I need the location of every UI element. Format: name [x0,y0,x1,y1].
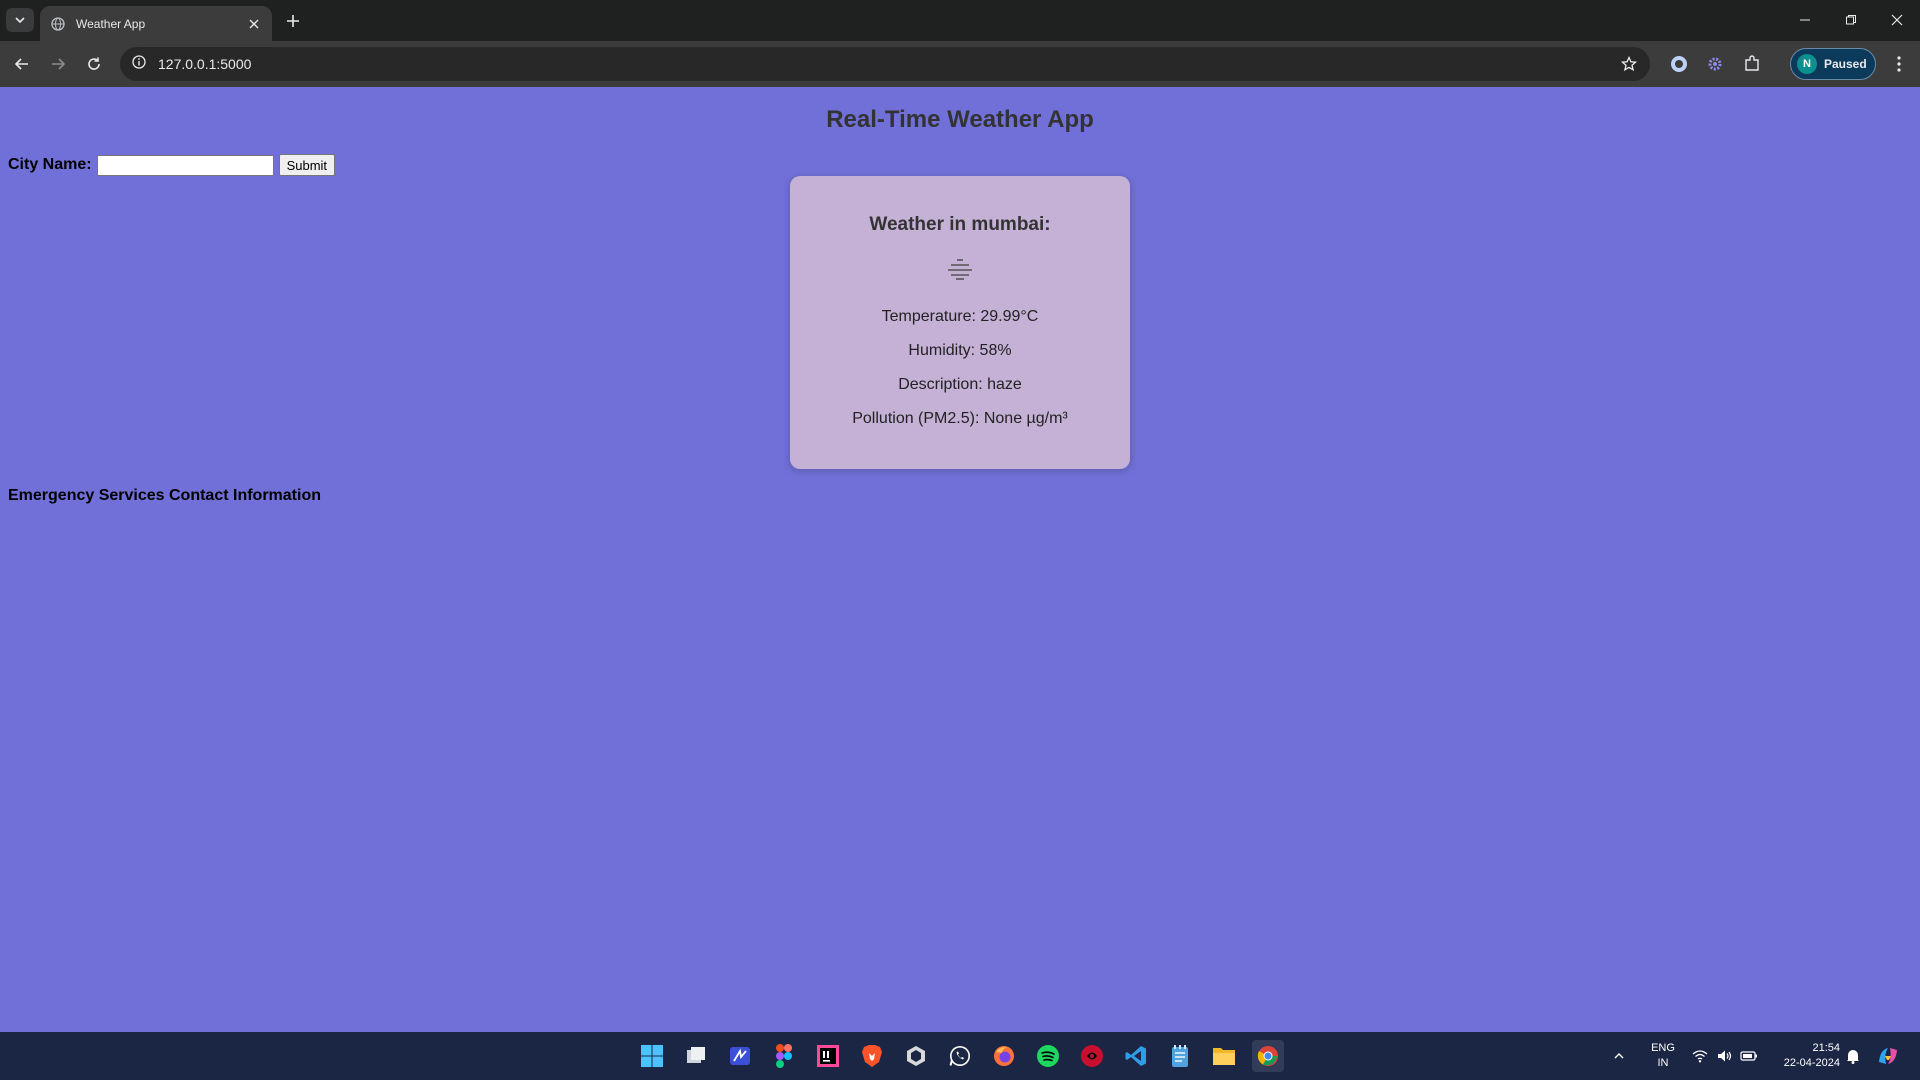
spotify-icon[interactable] [1032,1040,1064,1072]
arrow-left-icon [14,58,28,70]
site-info-icon[interactable] [132,54,146,74]
reload-icon [88,57,100,70]
city-name-label: City Name: [8,156,92,173]
profile-status: Paused [1824,57,1867,71]
brave-icon[interactable] [856,1040,888,1072]
language-code: ENG [1651,1042,1675,1054]
tab-close-icon[interactable] [246,16,262,32]
extension-gear-icon[interactable] [1704,53,1726,75]
extensions-puzzle-icon[interactable] [1741,53,1763,75]
avatar: N [1797,54,1817,74]
browser-toolbar: 127.0.0.1:5000 N Paused [0,41,1920,87]
haze-icon [940,248,980,288]
weather-card: Weather in mumbai: Temperature: 29.99°C … [790,176,1130,469]
volume-icon[interactable] [1714,1040,1736,1072]
browser-menu-button[interactable] [1888,53,1910,75]
close-icon [1891,14,1903,26]
profile-button[interactable]: N Paused [1790,48,1876,80]
tab-title: Weather App [76,16,146,31]
emergency-heading: Emergency Services Contact Information [8,487,321,504]
app-icon[interactable] [1076,1040,1108,1072]
temperature-text: Temperature: 29.99°C [881,308,1039,325]
file-explorer-icon[interactable] [1208,1040,1240,1072]
city-form: City Name: Submit [8,154,336,176]
tab-search-button[interactable] [6,8,34,32]
close-window-button[interactable] [1882,6,1912,34]
clock-date: 22-04-2024 [1783,1057,1840,1069]
new-tab-button[interactable] [282,10,304,32]
extension-google-lens-icon[interactable] [1668,53,1690,75]
language-indicator[interactable]: ENG IN [1648,1041,1678,1071]
notepad-icon[interactable] [1164,1040,1196,1072]
city-name-input[interactable] [96,154,274,176]
windows-taskbar: ENG IN 21:54 22-04-2024 [0,1032,1920,1080]
humidity-text: Humidity: 58% [908,342,1012,359]
kebab-menu-icon [1897,56,1901,72]
address-bar[interactable]: 127.0.0.1:5000 [120,47,1650,81]
intellij-icon[interactable] [812,1040,844,1072]
plus-icon [287,15,299,27]
submit-button[interactable]: Submit [278,154,336,176]
bookmark-star-icon[interactable] [1620,55,1638,73]
task-view-icon[interactable] [680,1040,712,1072]
unity-icon[interactable] [900,1040,932,1072]
reload-button[interactable] [80,50,108,78]
browser-tabstrip: Weather App [0,0,1920,41]
battery-icon[interactable] [1738,1040,1760,1072]
url-text: 127.0.0.1:5000 [158,56,252,72]
chevron-down-icon [15,17,25,24]
browser-tab-active[interactable]: Weather App [40,6,272,41]
whatsapp-icon[interactable] [944,1040,976,1072]
forward-button[interactable] [44,50,72,78]
page-title: Real-Time Weather App [826,106,1094,133]
description-text: Description: haze [898,376,1022,393]
pollution-text: Pollution (PM2.5): None µg/m³ [852,410,1068,427]
notes-icon[interactable] [724,1040,756,1072]
minimize-icon [1800,19,1810,21]
figma-icon[interactable] [768,1040,800,1072]
chevron-up-icon[interactable] [1608,1040,1630,1072]
copilot-icon[interactable] [1872,1040,1904,1072]
weather-heading: Weather in mumbai: [869,214,1051,235]
region-code: IN [1657,1057,1669,1069]
restore-button[interactable] [1836,6,1866,34]
clock-time: 21:54 [1812,1042,1840,1054]
windows-start-icon[interactable] [636,1040,668,1072]
wifi-icon[interactable] [1689,1040,1711,1072]
notification-bell-icon[interactable] [1842,1040,1864,1072]
back-button[interactable] [8,50,36,78]
restore-icon [1846,15,1856,25]
minimize-button[interactable] [1790,6,1820,34]
globe-icon [50,16,66,32]
firefox-icon[interactable] [988,1040,1020,1072]
clock[interactable]: 21:54 22-04-2024 [1768,1041,1840,1071]
chrome-icon[interactable] [1252,1040,1284,1072]
vscode-icon[interactable] [1120,1040,1152,1072]
arrow-right-icon [52,58,66,70]
